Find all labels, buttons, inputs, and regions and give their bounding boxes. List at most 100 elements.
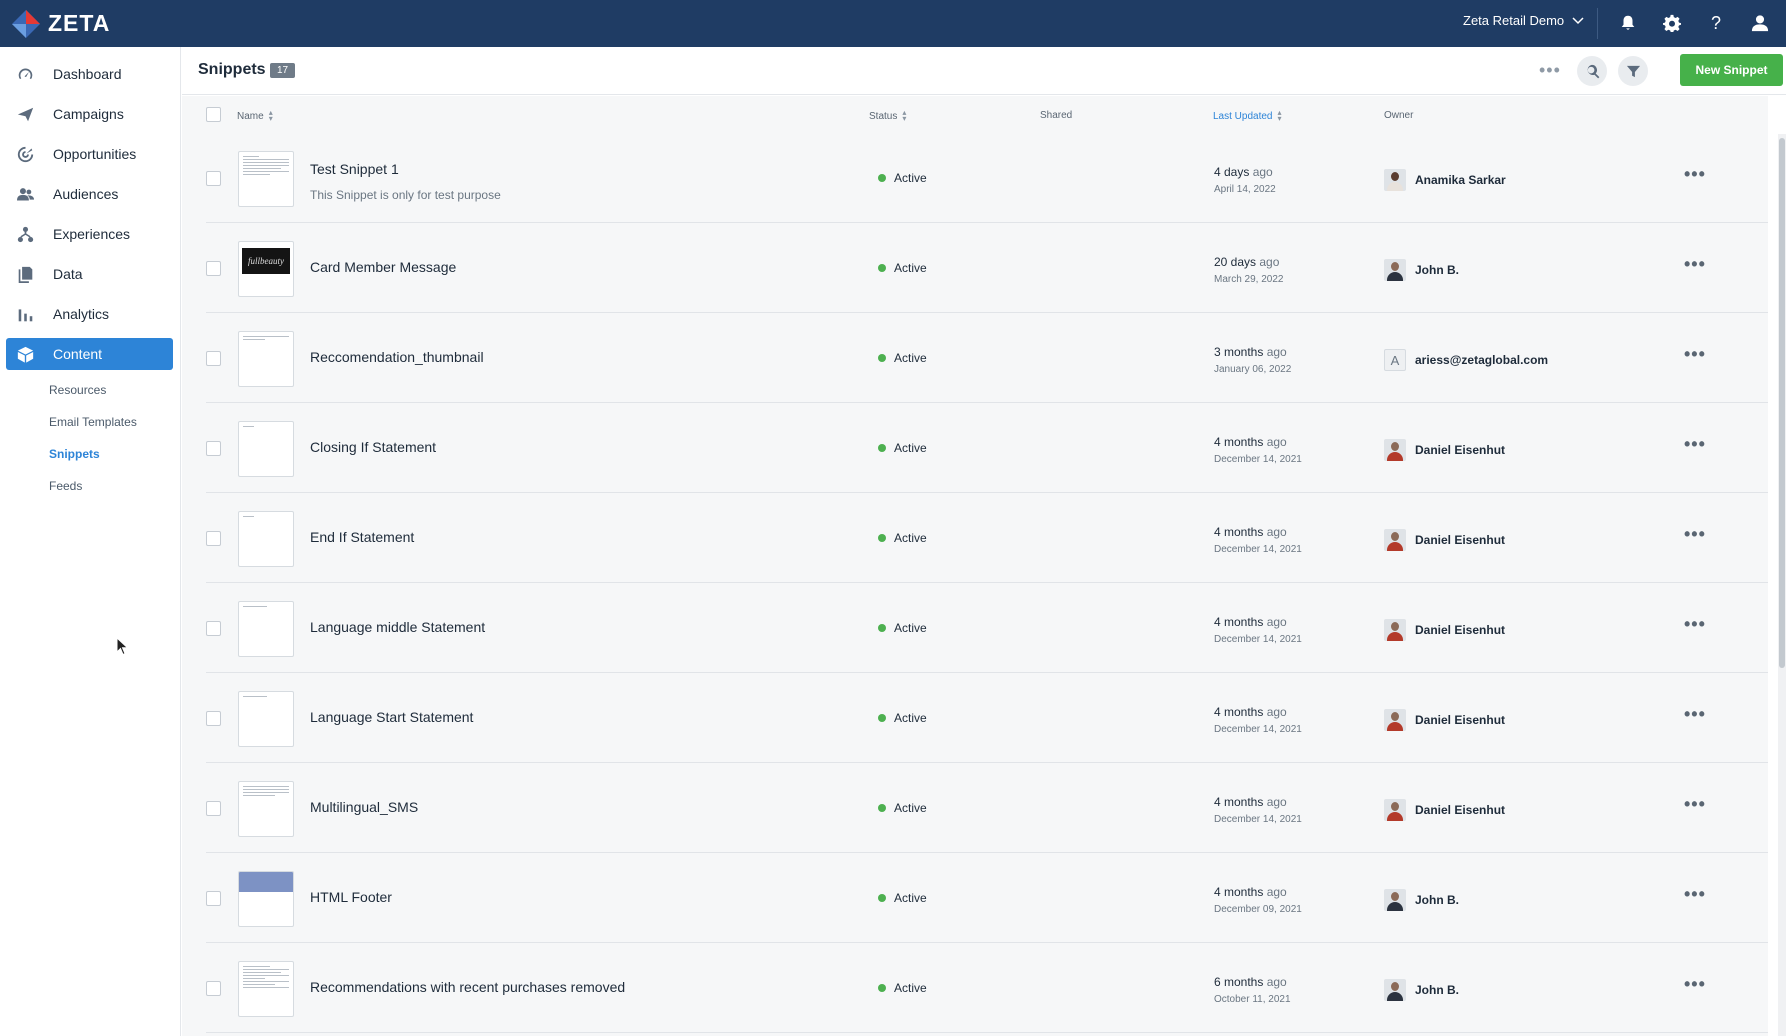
sidebar-item-experiences[interactable]: Experiences xyxy=(6,218,173,250)
status-label: Active xyxy=(894,261,927,275)
search-button[interactable] xyxy=(1577,56,1607,86)
snippet-name[interactable]: Language Start Statement xyxy=(310,709,473,725)
snippet-thumbnail[interactable] xyxy=(238,511,294,567)
sidebar-item-content[interactable]: Content xyxy=(6,338,173,370)
updated-value: 4 days xyxy=(1214,165,1250,179)
account-switcher[interactable]: Zeta Retail Demo xyxy=(1463,13,1584,28)
snippet-thumbnail[interactable] xyxy=(238,781,294,837)
snippet-name[interactable]: Test Snippet 1 xyxy=(310,161,399,177)
row-checkbox[interactable] xyxy=(206,621,221,636)
table-row[interactable]: Closing If Statement Active 4 months ago… xyxy=(206,404,1768,493)
table-row[interactable]: Language middle Statement Active 4 month… xyxy=(206,584,1768,673)
owner-name: Daniel Eisenhut xyxy=(1415,623,1506,637)
row-checkbox[interactable] xyxy=(206,531,221,546)
sidebar-item-dashboard[interactable]: Dashboard xyxy=(6,58,173,90)
updated-ago: ago xyxy=(1252,165,1273,179)
row-more-button[interactable]: ••• xyxy=(1684,524,1706,545)
files-icon xyxy=(14,266,36,283)
table-row[interactable]: Language Start Statement Active 4 months… xyxy=(206,674,1768,763)
filter-button[interactable] xyxy=(1618,56,1648,86)
sidebar-subitem-feeds[interactable]: Feeds xyxy=(49,479,82,493)
bell-icon xyxy=(1621,15,1635,30)
updated-value: 20 days xyxy=(1214,255,1257,269)
sidebar-item-campaigns[interactable]: Campaigns xyxy=(6,98,173,130)
snippet-thumbnail[interactable] xyxy=(238,331,294,387)
snippet-thumbnail[interactable] xyxy=(238,691,294,747)
row-more-button[interactable]: ••• xyxy=(1684,614,1706,635)
status-badge: Active xyxy=(878,891,927,905)
column-header-last-updated[interactable]: Last Updated ▴ ▾ xyxy=(1213,109,1282,123)
row-more-button[interactable]: ••• xyxy=(1684,164,1706,185)
sidebar-subitem-email-templates[interactable]: Email Templates xyxy=(49,415,137,429)
sidebar-subitem-snippets[interactable]: Snippets xyxy=(49,447,100,461)
updated-value: 4 months xyxy=(1214,795,1264,809)
snippet-thumbnail[interactable] xyxy=(238,601,294,657)
sidebar-item-data[interactable]: Data xyxy=(6,258,173,290)
snippet-name[interactable]: Recommendations with recent purchases re… xyxy=(310,979,625,995)
row-more-button[interactable]: ••• xyxy=(1684,254,1706,275)
snippet-name[interactable]: Closing If Statement xyxy=(310,439,436,455)
help-button[interactable]: ? xyxy=(1705,12,1727,34)
sidebar-item-opportunities[interactable]: Opportunities xyxy=(6,138,173,170)
table-row[interactable]: Reccomendation_thumbnail Active 3 months… xyxy=(206,314,1768,403)
owner-name: John B. xyxy=(1415,263,1459,277)
scrollbar[interactable] xyxy=(1778,134,1786,1036)
status-label: Active xyxy=(894,981,927,995)
table-row[interactable]: End If Statement Active 4 months ago Dec… xyxy=(206,494,1768,583)
row-more-button[interactable]: ••• xyxy=(1684,884,1706,905)
sidebar-item-label: Campaigns xyxy=(53,106,124,122)
last-updated-date: October 11, 2021 xyxy=(1214,994,1291,1005)
status-label: Active xyxy=(894,891,927,905)
new-snippet-button[interactable]: New Snippet xyxy=(1680,54,1783,86)
sidebar-item-audiences[interactable]: Audiences xyxy=(6,178,173,210)
row-checkbox[interactable] xyxy=(206,891,221,906)
avatar xyxy=(1384,709,1406,731)
status-dot xyxy=(878,444,886,452)
row-more-button[interactable]: ••• xyxy=(1684,434,1706,455)
table-row[interactable]: Test Snippet 1 This Snippet is only for … xyxy=(206,134,1768,223)
snippet-name[interactable]: End If Statement xyxy=(310,529,414,545)
owner: A ariess@zetaglobal.com xyxy=(1384,349,1548,371)
snippet-name[interactable]: Card Member Message xyxy=(310,259,456,275)
row-checkbox[interactable] xyxy=(206,441,221,456)
logo[interactable]: ZETA xyxy=(10,8,110,40)
scrollbar-thumb[interactable] xyxy=(1779,138,1785,668)
row-checkbox[interactable] xyxy=(206,711,221,726)
snippet-name[interactable]: Language middle Statement xyxy=(310,619,485,635)
snippet-thumbnail[interactable]: fullbeauty xyxy=(238,241,294,297)
user-menu-button[interactable] xyxy=(1749,12,1771,34)
snippet-name[interactable]: Multilingual_SMS xyxy=(310,799,418,815)
sidebar-subitem-resources[interactable]: Resources xyxy=(49,383,106,397)
row-more-button[interactable]: ••• xyxy=(1684,794,1706,815)
snippet-thumbnail[interactable] xyxy=(238,151,294,207)
header-more-button[interactable]: ••• xyxy=(1539,60,1561,81)
sidebar-item-label: Data xyxy=(53,266,83,282)
column-header-status[interactable]: Status ▴ ▾ xyxy=(869,109,906,123)
notifications-button[interactable] xyxy=(1617,12,1639,34)
row-more-button[interactable]: ••• xyxy=(1684,344,1706,365)
row-checkbox[interactable] xyxy=(206,981,221,996)
snippet-thumbnail[interactable] xyxy=(238,421,294,477)
table-row[interactable]: HTML Footer Active 4 months ago December… xyxy=(206,854,1768,943)
snippet-thumbnail[interactable] xyxy=(238,871,294,927)
row-more-button[interactable]: ••• xyxy=(1684,704,1706,725)
owner: John B. xyxy=(1384,979,1459,1001)
table-row[interactable]: Multilingual_SMS Active 4 months ago Dec… xyxy=(206,764,1768,853)
row-checkbox[interactable] xyxy=(206,801,221,816)
status-badge: Active xyxy=(878,711,927,725)
row-more-button[interactable]: ••• xyxy=(1684,974,1706,995)
row-checkbox[interactable] xyxy=(206,171,221,186)
select-all-checkbox[interactable] xyxy=(206,107,221,122)
table-row[interactable]: Recommendations with recent purchases re… xyxy=(206,944,1768,1033)
snippet-name[interactable]: HTML Footer xyxy=(310,889,392,905)
status-badge: Active xyxy=(878,531,927,545)
row-checkbox[interactable] xyxy=(206,351,221,366)
sidebar-item-analytics[interactable]: Analytics xyxy=(6,298,173,330)
settings-button[interactable] xyxy=(1661,12,1683,34)
row-checkbox[interactable] xyxy=(206,261,221,276)
column-header-name[interactable]: Name ▴ ▾ xyxy=(237,109,273,123)
thumbnail-text: fullbeauty xyxy=(242,248,290,274)
snippet-name[interactable]: Reccomendation_thumbnail xyxy=(310,349,484,365)
table-row[interactable]: fullbeauty Card Member Message Active 20… xyxy=(206,224,1768,313)
snippet-thumbnail[interactable] xyxy=(238,961,294,1017)
